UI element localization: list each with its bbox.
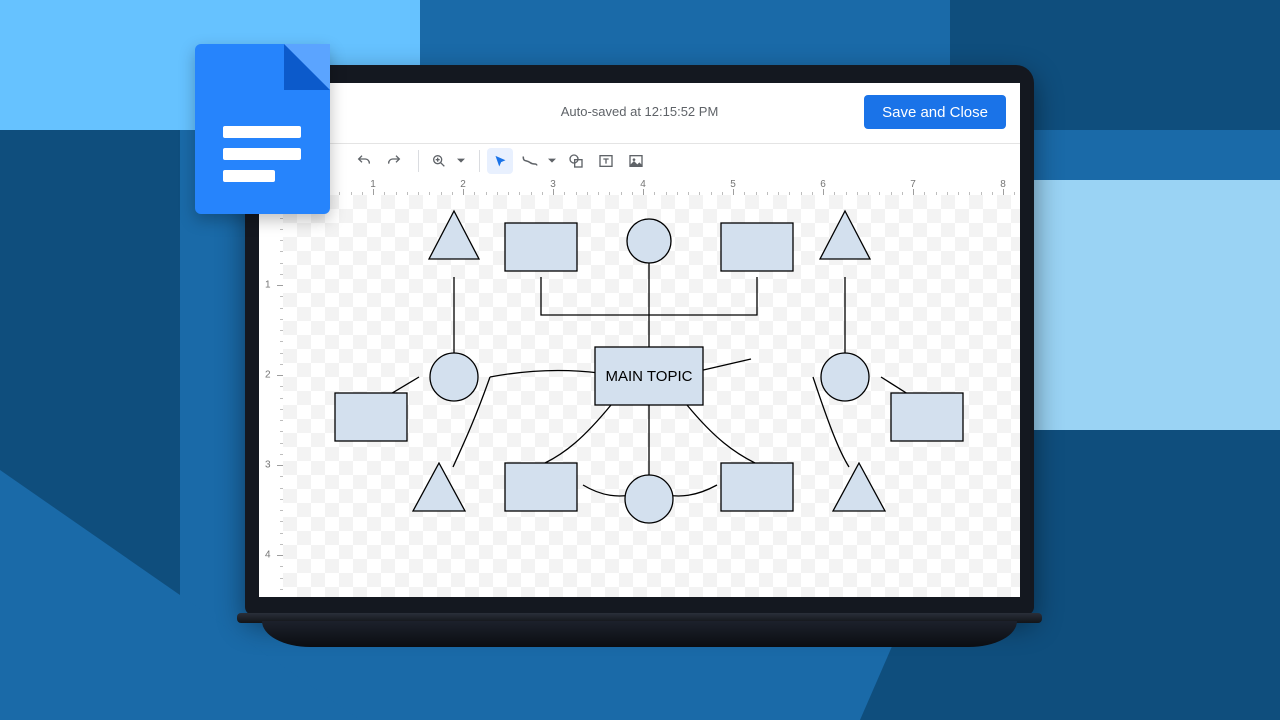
main-topic-label: MAIN TOPIC (606, 368, 693, 385)
chevron-down-icon (457, 157, 465, 165)
undo-icon (356, 153, 372, 169)
redo-icon (386, 153, 402, 169)
image-icon (628, 153, 644, 169)
rectangle-shape[interactable] (505, 223, 577, 271)
rectangle-shape[interactable] (721, 463, 793, 511)
google-docs-icon (195, 44, 330, 214)
drawing-canvas[interactable]: .s{fill:#d3e0ee;stroke:#000;stroke-width… (283, 195, 1020, 597)
triangle-shape[interactable] (413, 463, 465, 511)
circle-shape[interactable] (627, 219, 671, 263)
rectangle-shape[interactable] (335, 393, 407, 441)
redo-button[interactable] (381, 148, 407, 174)
rectangle-shape[interactable] (505, 463, 577, 511)
select-tool[interactable] (487, 148, 513, 174)
polyline-icon (521, 153, 539, 169)
textbox-tool[interactable] (593, 148, 619, 174)
autosave-status: Auto-saved at 12:15:52 PM (561, 104, 719, 119)
circle-shape[interactable] (625, 475, 673, 523)
rectangle-shape[interactable] (891, 393, 963, 441)
vertical-ruler: 1234 (259, 195, 284, 597)
titlebar: ving Auto-saved at 12:15:52 PM Save and … (259, 83, 1020, 139)
horizontal-ruler: 12345678 (283, 177, 1020, 196)
cursor-icon (493, 154, 508, 169)
zoom-dropdown[interactable] (456, 157, 466, 165)
undo-button[interactable] (351, 148, 377, 174)
toolbar (259, 143, 1020, 179)
triangle-shape[interactable] (820, 211, 870, 259)
line-tool-dropdown[interactable] (547, 157, 557, 165)
zoom-icon (431, 153, 447, 169)
zoom-button[interactable] (426, 148, 452, 174)
triangle-shape[interactable] (429, 211, 479, 259)
shapes-layer: .s{fill:#d3e0ee;stroke:#000;stroke-width… (283, 195, 1020, 597)
triangle-shape[interactable] (833, 463, 885, 511)
circle-shape[interactable] (430, 353, 478, 401)
save-and-close-button[interactable]: Save and Close (864, 95, 1006, 129)
circle-shape[interactable] (821, 353, 869, 401)
image-tool[interactable] (623, 148, 649, 174)
laptop-mockup: ving Auto-saved at 12:15:52 PM Save and … (237, 65, 1042, 650)
app-window: ving Auto-saved at 12:15:52 PM Save and … (259, 83, 1020, 597)
shape-icon (568, 153, 584, 169)
textbox-icon (598, 153, 614, 169)
rectangle-shape[interactable] (721, 223, 793, 271)
line-tool[interactable] (517, 148, 543, 174)
chevron-down-icon (548, 157, 556, 165)
shape-tool[interactable] (563, 148, 589, 174)
